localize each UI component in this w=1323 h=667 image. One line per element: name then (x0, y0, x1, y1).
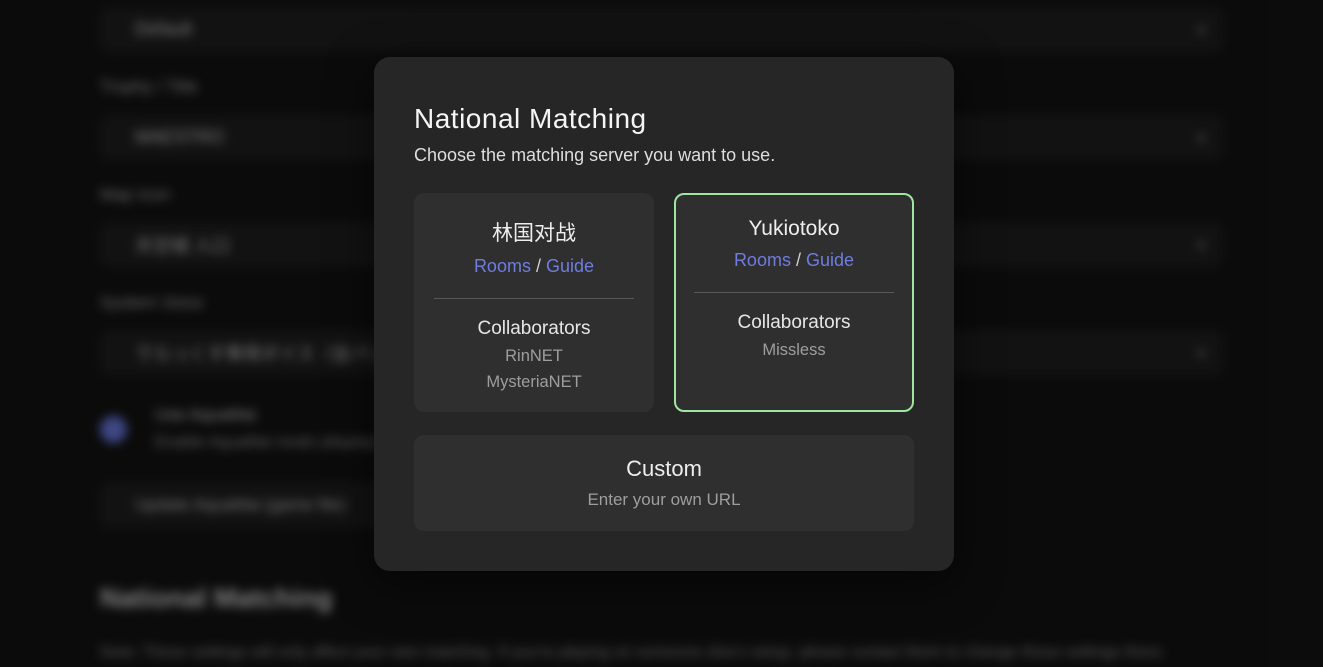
server-name: Yukiotoko (676, 217, 912, 241)
card-divider (694, 292, 894, 293)
collaborators-heading: Collaborators (416, 318, 652, 340)
link-separator: / (796, 250, 801, 270)
link-separator: / (536, 256, 541, 276)
server-card-custom[interactable]: Custom Enter your own URL (414, 435, 914, 531)
server-links: Rooms / Guide (676, 250, 912, 271)
custom-card-title: Custom (626, 456, 702, 482)
dialog-subtitle: Choose the matching server you want to u… (414, 145, 914, 166)
card-divider (434, 298, 634, 299)
server-options: 林国对战 Rooms / Guide Collaborators RinNET … (414, 193, 914, 412)
collaborator-name: Missless (676, 341, 912, 360)
rooms-link[interactable]: Rooms (734, 250, 791, 270)
collaborator-name: RinNET (416, 347, 652, 366)
collaborator-name: MysteriaNET (416, 373, 652, 392)
dialog-title: National Matching (414, 103, 914, 135)
rooms-link[interactable]: Rooms (474, 256, 531, 276)
server-card-yukiotoko[interactable]: Yukiotoko Rooms / Guide Collaborators Mi… (674, 193, 914, 412)
server-card-linguo[interactable]: 林国对战 Rooms / Guide Collaborators RinNET … (414, 193, 654, 412)
guide-link[interactable]: Guide (806, 250, 854, 270)
guide-link[interactable]: Guide (546, 256, 594, 276)
custom-card-subtitle: Enter your own URL (587, 490, 740, 510)
server-links: Rooms / Guide (416, 256, 652, 277)
national-matching-dialog: National Matching Choose the matching se… (374, 57, 954, 571)
collaborators-heading: Collaborators (676, 312, 912, 334)
server-name: 林国对战 (416, 217, 652, 247)
